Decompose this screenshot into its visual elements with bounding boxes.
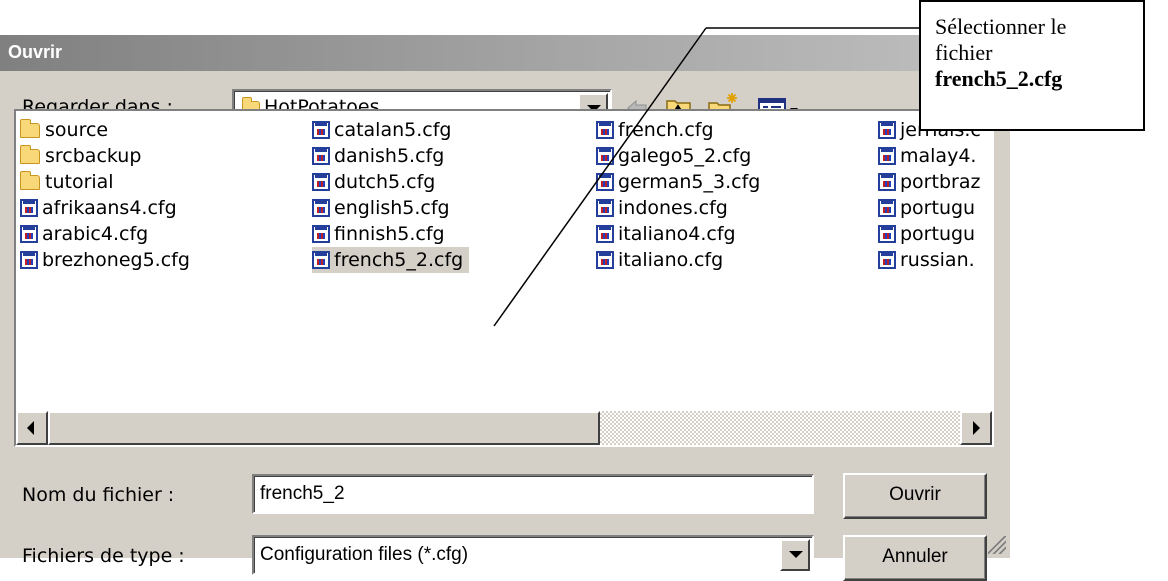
config-file-icon bbox=[878, 147, 896, 165]
item-name: galego5_2.cfg bbox=[618, 145, 752, 167]
open-file-dialog: Ouvrir Regarder dans : HotPotatoes sourc… bbox=[0, 35, 1010, 581]
folder-item[interactable]: tutorial bbox=[20, 169, 120, 195]
item-name: english5.cfg bbox=[334, 197, 450, 219]
config-file-icon bbox=[878, 199, 896, 217]
file-item[interactable]: danish5.cfg bbox=[312, 143, 450, 169]
config-file-icon bbox=[312, 251, 330, 269]
file-item[interactable]: russian. bbox=[878, 247, 981, 273]
config-file-icon bbox=[20, 251, 38, 269]
item-name: tutorial bbox=[45, 171, 114, 193]
config-file-icon bbox=[878, 225, 896, 243]
item-name: portugu bbox=[900, 223, 976, 245]
config-file-icon bbox=[596, 147, 614, 165]
config-file-icon bbox=[878, 173, 896, 191]
folder-icon bbox=[20, 170, 40, 190]
file-item[interactable]: brezhoneg5.cfg bbox=[20, 247, 196, 273]
file-item[interactable]: indones.cfg bbox=[596, 195, 734, 221]
config-file-icon bbox=[312, 173, 330, 191]
item-name: italiano.cfg bbox=[618, 249, 724, 271]
config-file-icon bbox=[878, 121, 896, 139]
config-file-icon bbox=[596, 199, 614, 217]
file-item[interactable]: italiano.cfg bbox=[596, 247, 729, 273]
item-name: indones.cfg bbox=[618, 197, 728, 219]
scroll-left-button[interactable] bbox=[16, 411, 48, 445]
config-file-icon bbox=[312, 121, 330, 139]
resize-grip[interactable] bbox=[988, 536, 1006, 554]
callout-line-2: fichier bbox=[935, 40, 993, 65]
file-item[interactable]: galego5_2.cfg bbox=[596, 143, 757, 169]
file-item[interactable]: italiano4.cfg bbox=[596, 221, 742, 247]
filename-input[interactable]: french5_2 bbox=[252, 474, 814, 514]
scroll-thumb[interactable] bbox=[48, 411, 600, 445]
item-name: dutch5.cfg bbox=[334, 171, 436, 193]
scroll-right-button[interactable] bbox=[960, 411, 992, 445]
callout-line-3: french5_2.cfg bbox=[935, 66, 1063, 91]
file-item[interactable]: arabic4.cfg bbox=[20, 221, 154, 247]
item-name: afrikaans4.cfg bbox=[42, 197, 177, 219]
item-name: brezhoneg5.cfg bbox=[42, 249, 190, 271]
folder-icon bbox=[20, 118, 40, 138]
file-item[interactable]: malay4. bbox=[878, 143, 982, 169]
file-list[interactable]: source srcbackup tutorial afrikaans4.cfg ara… bbox=[14, 109, 994, 447]
item-name: italiano4.cfg bbox=[618, 223, 736, 245]
config-file-icon bbox=[596, 173, 614, 191]
item-name: srcbackup bbox=[45, 145, 142, 167]
config-file-icon bbox=[596, 251, 614, 269]
config-file-icon bbox=[596, 121, 614, 139]
item-name: russian. bbox=[900, 249, 975, 271]
horizontal-scrollbar[interactable] bbox=[16, 411, 992, 445]
folder-item[interactable]: srcbackup bbox=[20, 143, 147, 169]
file-item[interactable]: portugu bbox=[878, 195, 981, 221]
filetype-value: Configuration files (*.cfg) bbox=[260, 544, 469, 565]
item-name: danish5.cfg bbox=[334, 145, 445, 167]
file-item[interactable]: finnish5.cfg bbox=[312, 221, 451, 247]
file-item[interactable]: french5_2.cfg bbox=[312, 247, 470, 273]
file-item[interactable]: french.cfg bbox=[596, 117, 720, 143]
filetype-label: Fichiers de type : bbox=[22, 545, 185, 567]
item-name: portbraz bbox=[900, 171, 981, 193]
filetype-select[interactable]: Configuration files (*.cfg) bbox=[252, 535, 814, 575]
item-name: arabic4.cfg bbox=[42, 223, 149, 245]
callout-box: Sélectionner le fichier french5_2.cfg bbox=[919, 0, 1145, 131]
callout-line-1: Sélectionner le bbox=[935, 14, 1067, 39]
item-name: catalan5.cfg bbox=[334, 119, 452, 141]
file-item[interactable]: afrikaans4.cfg bbox=[20, 195, 183, 221]
config-file-icon bbox=[20, 199, 38, 217]
config-file-icon bbox=[878, 251, 896, 269]
filename-label: Nom du fichier : bbox=[22, 484, 175, 506]
file-item[interactable]: english5.cfg bbox=[312, 195, 456, 221]
config-file-icon bbox=[312, 225, 330, 243]
item-name: finnish5.cfg bbox=[334, 223, 445, 245]
file-item[interactable]: dutch5.cfg bbox=[312, 169, 441, 195]
folder-icon bbox=[20, 144, 40, 164]
item-name: french5_2.cfg bbox=[334, 249, 464, 271]
item-name: portugu bbox=[900, 197, 976, 219]
open-button[interactable]: Ouvrir bbox=[843, 473, 987, 519]
file-item[interactable]: portbraz bbox=[878, 169, 986, 195]
item-name: malay4. bbox=[900, 145, 977, 167]
folder-item[interactable]: source bbox=[20, 117, 114, 143]
config-file-icon bbox=[596, 225, 614, 243]
file-item[interactable]: catalan5.cfg bbox=[312, 117, 457, 143]
item-name: source bbox=[45, 119, 109, 141]
config-file-icon bbox=[20, 225, 38, 243]
file-item[interactable]: portugu bbox=[878, 221, 981, 247]
config-file-icon bbox=[312, 147, 330, 165]
filetype-dropdown-button[interactable] bbox=[780, 539, 810, 571]
item-name: french.cfg bbox=[618, 119, 714, 141]
file-item[interactable]: german5_3.cfg bbox=[596, 169, 766, 195]
dialog-title: Ouvrir bbox=[8, 42, 63, 62]
config-file-icon bbox=[312, 199, 330, 217]
title-bar[interactable]: Ouvrir bbox=[0, 35, 1010, 71]
item-name: german5_3.cfg bbox=[618, 171, 761, 193]
cancel-button[interactable]: Annuler bbox=[843, 535, 987, 581]
